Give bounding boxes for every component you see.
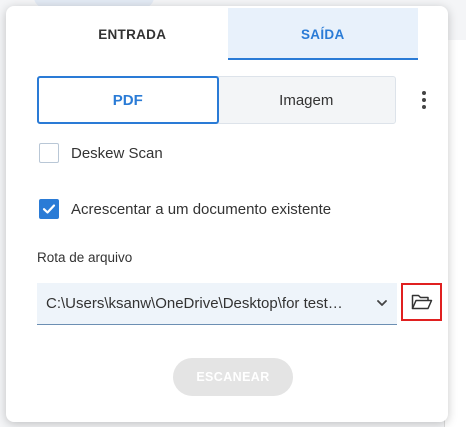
deskew-option[interactable]: Deskew Scan [39, 143, 163, 163]
format-pdf-button[interactable]: PDF [37, 76, 219, 124]
append-checkbox[interactable] [39, 199, 59, 219]
append-option[interactable]: Acrescentar a um documento existente [39, 199, 331, 219]
file-path-select[interactable]: C:\Users\ksanw\OneDrive\Desktop\for test… [37, 283, 397, 325]
deskew-checkbox[interactable] [39, 143, 59, 163]
chevron-down-icon [377, 300, 387, 306]
deskew-label: Deskew Scan [71, 144, 163, 162]
append-label: Acrescentar a um documento existente [71, 200, 332, 218]
more-options-icon[interactable] [412, 88, 436, 112]
tab-entrada[interactable]: ENTRADA [37, 8, 228, 60]
file-path-value: C:\Users\ksanw\OneDrive\Desktop\for test… [46, 295, 343, 312]
format-image-button[interactable]: Imagem [218, 77, 396, 123]
scan-settings-popup: ENTRADA SAÍDA PDF Imagem Deskew Scan Acr… [6, 6, 448, 422]
file-path-label: Rota de arquivo [37, 250, 133, 265]
output-format-toggle: PDF Imagem [37, 76, 396, 124]
scan-button[interactable]: ESCANEAR [173, 358, 293, 396]
folder-open-icon [411, 294, 432, 310]
browse-folder-button[interactable] [401, 283, 442, 321]
tab-saida[interactable]: SAÍDA [227, 8, 418, 60]
checkmark-icon [42, 204, 56, 214]
tab-bar: ENTRADA SAÍDA [37, 8, 418, 60]
